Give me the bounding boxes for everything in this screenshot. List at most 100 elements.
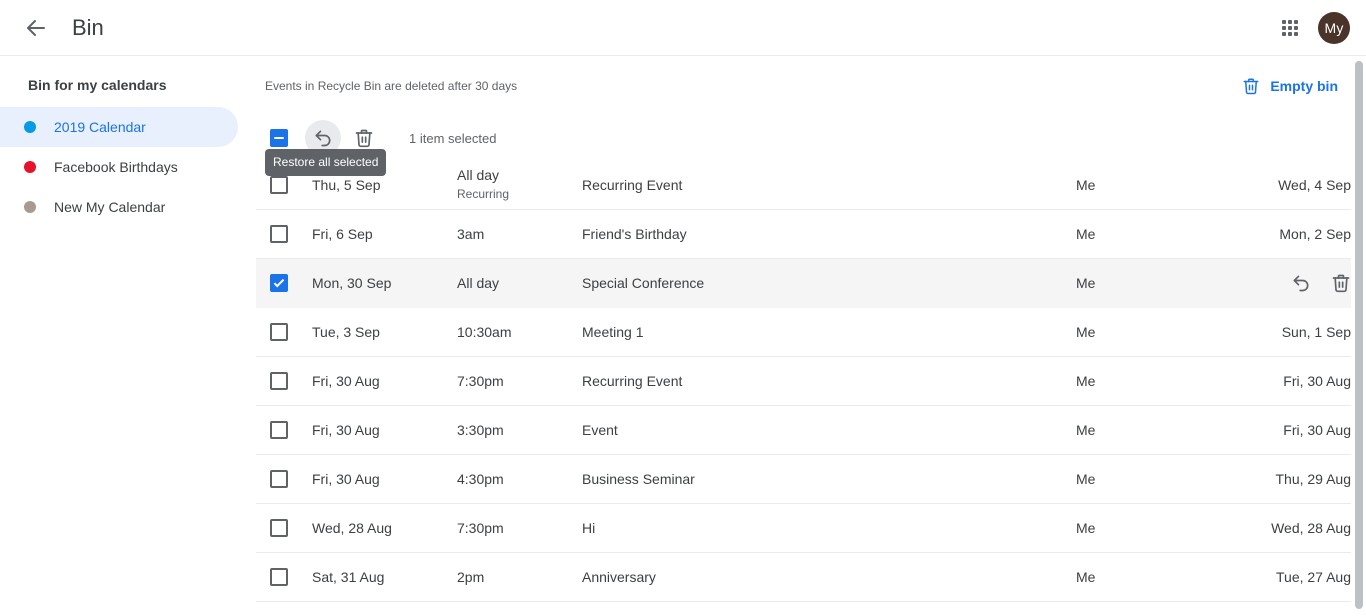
restore-icon [1291, 273, 1311, 293]
event-time: 7:30pm [457, 373, 582, 390]
row-restore-button[interactable] [1285, 267, 1317, 299]
event-title: Recurring Event [582, 373, 683, 389]
table-row[interactable]: Thu, 5 Sep All day Recurring Recurring Even… [256, 161, 1366, 210]
event-title: Meeting 1 [582, 324, 644, 340]
avatar[interactable]: My [1318, 11, 1350, 44]
row-checkbox[interactable] [270, 372, 288, 390]
event-date: Wed, 28 Aug [312, 520, 392, 536]
table-row[interactable]: Sat, 31 Aug 2pm Anniversary Me Tue, 27 Aug [256, 553, 1366, 602]
event-time-value: All day [457, 274, 500, 291]
calendar-color-dot [24, 121, 36, 133]
event-date: Fri, 30 Aug [312, 422, 380, 438]
back-button[interactable] [16, 8, 56, 48]
deleted-events-table: Thu, 5 Sep All day Recurring Recurring Even… [256, 161, 1366, 616]
delete-selected-button[interactable] [346, 120, 382, 156]
event-time-value: All day [457, 167, 500, 183]
event-owner: Me [1076, 520, 1096, 536]
trash-icon [1242, 77, 1260, 95]
row-actions [1196, 267, 1366, 299]
apps-grid-button[interactable] [1270, 8, 1310, 48]
selection-count-label: 1 item selected [409, 130, 497, 146]
table-row[interactable]: Fri, 30 Aug 7:30pm Recurring Event Me Fri, 3… [256, 357, 1366, 406]
row-checkbox[interactable] [270, 568, 288, 586]
event-deleted-date: Wed, 28 Aug [1271, 520, 1351, 536]
bin-page: Bin My Bin for my calendars 2019 Calenda… [0, 0, 1366, 616]
event-time-value: 2pm [457, 568, 485, 585]
row-checkbox[interactable] [270, 274, 288, 292]
sidebar-item-label: Facebook Birthdays [54, 159, 178, 175]
event-date: Fri, 30 Aug [312, 373, 380, 389]
event-title: Recurring Event [582, 177, 683, 193]
event-deleted-date: Thu, 29 Aug [1275, 471, 1351, 487]
sidebar-title: Bin for my calendars [28, 77, 167, 93]
sidebar-item-2019-calendar[interactable]: 2019 Calendar [0, 107, 238, 147]
event-time-value: 4:30pm [457, 470, 504, 487]
retention-notice: Events in Recycle Bin are deleted after … [265, 79, 518, 93]
row-checkbox[interactable] [270, 225, 288, 243]
event-owner: Me [1076, 226, 1096, 242]
select-all-checkbox[interactable] [270, 129, 288, 147]
event-owner: Me [1076, 177, 1096, 193]
trash-icon [1331, 273, 1351, 293]
table-row[interactable]: Fri, 6 Sep 3am Friend's Birthday Me Mon, 2 S… [256, 210, 1366, 259]
row-checkbox[interactable] [270, 421, 288, 439]
event-time: All day Recurring [457, 167, 582, 203]
event-owner: Me [1076, 275, 1096, 291]
event-time: All day [457, 275, 582, 292]
event-owner: Me [1076, 471, 1096, 487]
arrow-left-icon [24, 16, 48, 40]
event-time: 10:30am [457, 324, 582, 341]
event-time-value: 7:30pm [457, 519, 504, 536]
event-date: Sat, 31 Aug [312, 569, 385, 585]
event-deleted-date: Fri, 30 Aug [1283, 422, 1351, 438]
event-date: Thu, 5 Sep [312, 177, 381, 193]
sidebar-item-facebook-birthdays[interactable]: Facebook Birthdays [0, 147, 238, 187]
row-checkbox[interactable] [270, 519, 288, 537]
event-deleted-date: Wed, 4 Sep [1278, 177, 1351, 193]
row-checkbox[interactable] [270, 323, 288, 341]
event-owner: Me [1076, 422, 1096, 438]
main-content: Events in Recycle Bin are deleted after … [256, 57, 1366, 616]
event-time-value: 10:30am [457, 323, 512, 340]
event-deleted-date: Fri, 30 Aug [1283, 373, 1351, 389]
apps-grid-icon [1282, 19, 1298, 36]
page-title: Bin [72, 14, 104, 40]
event-deleted-date: Sun, 1 Sep [1281, 324, 1351, 340]
row-checkbox[interactable] [270, 470, 288, 488]
sidebar-item-new-my-calendar[interactable]: New My Calendar [0, 187, 238, 227]
table-row[interactable]: Sat, 31 Aug4pmMeetingMeTue, 27 Aug [256, 602, 1366, 616]
event-deleted-date: Mon, 2 Sep [1279, 226, 1351, 242]
event-time-value: 3:30pm [457, 421, 504, 438]
sidebar-item-label: New My Calendar [54, 199, 166, 215]
event-title: Special Conference [582, 275, 705, 291]
table-row[interactable]: Mon, 30 Sep All day Special Conference Me [256, 259, 1366, 308]
notice-row: Events in Recycle Bin are deleted after … [256, 57, 1366, 115]
table-row[interactable]: Tue, 3 Sep 10:30am Meeting 1 Me Sun, 1 Sep [256, 308, 1366, 357]
event-title: Friend's Birthday [582, 226, 687, 242]
event-title: Business Seminar [582, 471, 695, 487]
selection-toolbar: 1 item selected [256, 115, 1366, 161]
event-title: Anniversary [582, 569, 656, 585]
event-date: Tue, 3 Sep [312, 324, 380, 340]
check-icon [273, 276, 285, 287]
event-owner: Me [1076, 373, 1096, 389]
sidebar: Bin for my calendars 2019 Calendar Facebo… [0, 57, 256, 616]
table-row[interactable]: Fri, 30 Aug 3:30pm Event Me Fri, 30 Aug [256, 406, 1366, 455]
restore-icon [313, 128, 333, 148]
event-owner: Me [1076, 569, 1096, 585]
row-checkbox[interactable] [270, 176, 288, 194]
empty-bin-button[interactable]: Empty bin [1234, 71, 1346, 101]
event-time: 7:30pm [457, 520, 582, 537]
scrollbar-thumb[interactable] [1355, 61, 1363, 609]
table-row[interactable]: Fri, 30 Aug 4:30pm Business Seminar Me Thu, … [256, 455, 1366, 504]
calendar-color-dot [24, 201, 36, 213]
event-time: 2pm [457, 569, 582, 586]
table-row[interactable]: Wed, 28 Aug 7:30pm Hi Me Wed, 28 Aug [256, 504, 1366, 553]
event-time: 4:30pm [457, 471, 582, 488]
event-date: Fri, 30 Aug [312, 471, 380, 487]
indeterminate-dash-icon [274, 137, 284, 139]
event-date: Mon, 30 Sep [312, 275, 392, 291]
page-scrollbar[interactable] [1351, 57, 1366, 616]
restore-all-selected-button[interactable] [305, 120, 341, 156]
calendar-list: 2019 Calendar Facebook Birthdays New My Ca… [0, 107, 256, 227]
